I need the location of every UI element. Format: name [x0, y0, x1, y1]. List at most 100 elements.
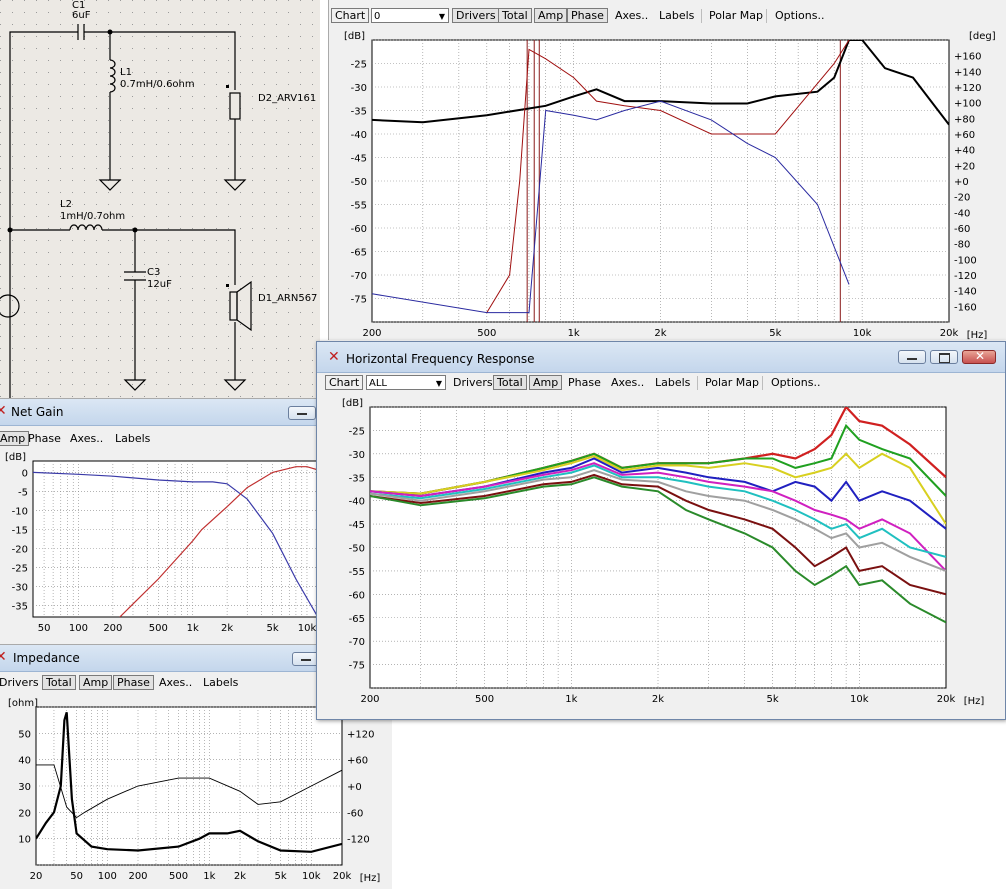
axes-button[interactable]: Axes.. — [67, 431, 106, 446]
x-tick-label: 200 — [360, 694, 379, 705]
schematic-panel: C1 6uF L1 0.7mH/0.6ohm D2_ARV161 L2 1mH/… — [0, 0, 320, 398]
y2-tick-label: +60 — [954, 130, 975, 141]
hfr-window: ✕ Horizontal Frequency Response ✕ Chart … — [316, 341, 1006, 720]
y-tick-label: -5 — [18, 487, 28, 498]
chart-select[interactable]: ALL ▼ — [366, 375, 446, 390]
labels-button[interactable]: Labels — [200, 675, 241, 690]
y2-tick-label: +120 — [954, 83, 981, 94]
y-tick-label: -40 — [351, 130, 367, 141]
y-tick-label: -35 — [12, 602, 28, 613]
toolbar-separator — [766, 9, 767, 23]
y2-tick-label: -120 — [954, 271, 977, 282]
y-tick-label: -25 — [349, 426, 365, 437]
chevron-down-icon: ▼ — [435, 379, 442, 388]
maximize-icon — [939, 353, 950, 363]
axes-button[interactable]: Axes.. — [612, 8, 651, 23]
y2-tick-label: +120 — [347, 729, 374, 740]
drivers-toggle[interactable]: Drivers — [0, 675, 42, 690]
x-tick-label: 200 — [103, 623, 122, 634]
axes-button[interactable]: Axes.. — [608, 375, 647, 390]
y2-tick-label: +60 — [347, 756, 368, 767]
y-tick-label: 10 — [18, 835, 31, 846]
x-tick-label: 10k — [850, 694, 869, 705]
y-tick-label: -30 — [349, 450, 365, 461]
hfr-titlebar: ✕ Horizontal Frequency Response ✕ — [317, 342, 1005, 373]
x-tick-label: 2k — [221, 623, 233, 634]
d1-label: D1_ARN567 — [258, 293, 317, 304]
drivers-toggle[interactable]: Drivers — [452, 8, 500, 23]
close-icon: ✕ — [975, 349, 986, 363]
y-tick-label: -40 — [349, 497, 365, 508]
y2-tick-label: +140 — [954, 67, 981, 78]
x-tick-label: 10k — [853, 328, 872, 339]
options-button[interactable]: Options.. — [772, 8, 827, 23]
y-tick-label: -15 — [12, 525, 28, 536]
y-tick-label: -25 — [351, 60, 367, 71]
net-gain-title: Net Gain — [11, 405, 64, 419]
y2-tick-label: -60 — [347, 808, 363, 819]
minimize-icon — [297, 413, 307, 415]
total-toggle[interactable]: Total — [498, 8, 532, 23]
y-tick-label: -75 — [349, 661, 365, 672]
axes-button[interactable]: Axes.. — [156, 675, 195, 690]
y-tick-label: -45 — [349, 520, 365, 531]
y-tick-label: -30 — [351, 83, 367, 94]
x-tick-label: 50 — [38, 623, 51, 634]
total-toggle[interactable]: Total — [493, 375, 527, 390]
amp-toggle[interactable]: Amp — [534, 8, 568, 23]
y-tick-label: 20 — [18, 808, 31, 819]
y-tick-label: -60 — [349, 590, 365, 601]
y-tick-label: -50 — [349, 544, 365, 555]
labels-button[interactable]: Labels — [656, 8, 697, 23]
toolbar-separator — [762, 376, 763, 390]
minimize-button[interactable] — [288, 406, 316, 420]
hfr-chart: -25 -30 -35 -40 -45 -50 -55 -60 -65 -70 -75 200 500 1… — [342, 398, 984, 707]
chart-button[interactable]: Chart — [325, 375, 364, 390]
y2-tick-label: -80 — [954, 240, 970, 251]
chart-select-value: 0 — [374, 11, 381, 22]
phase-toggle[interactable]: Phase — [567, 8, 608, 23]
minimize-icon — [907, 358, 917, 360]
amp-toggle[interactable]: Amp — [79, 675, 113, 690]
chart-select-value: ALL — [369, 378, 387, 389]
y-tick-label: -70 — [349, 637, 365, 648]
chart-select[interactable]: 0 ▼ — [371, 8, 449, 23]
labels-button[interactable]: Labels — [112, 431, 153, 446]
impedance-chart: 50 40 30 20 10 +120 +60 +0 -60 -120 20 50 100 200 500 1… — [8, 698, 380, 884]
y2-tick-label: -20 — [954, 193, 970, 204]
y-tick-label: -25 — [12, 564, 28, 575]
l1-value: 0.7mH/0.6ohm — [120, 79, 195, 90]
x-tick-label: 20 — [30, 871, 43, 882]
l2-value: 1mH/0.7ohm — [60, 211, 125, 222]
close-button[interactable]: ✕ — [962, 349, 996, 364]
x-tick-label: 200 — [362, 328, 381, 339]
options-button[interactable]: Options.. — [768, 375, 823, 390]
labels-button[interactable]: Labels — [652, 375, 693, 390]
phase-toggle[interactable]: Phase — [565, 375, 604, 390]
y-unit-label: [ohm] — [8, 698, 38, 709]
maximize-button[interactable] — [930, 350, 958, 364]
minimize-button[interactable] — [898, 350, 926, 364]
x-tick-label: 5k — [267, 623, 279, 634]
y-unit-label: [dB] — [342, 398, 363, 409]
net-gain-window: ✕ Net Gain Amp Phase Axes.. Labels 0 -5 -1… — [0, 398, 320, 645]
app-logo-icon: ✕ — [0, 649, 7, 665]
polar-map-button[interactable]: Polar Map — [706, 8, 766, 23]
net-gain-toolbar: Amp Phase Axes.. Labels — [0, 429, 320, 449]
plot-area — [32, 460, 320, 618]
y2-tick-label: -120 — [347, 835, 370, 846]
drivers-toggle[interactable]: Drivers — [450, 375, 496, 390]
net-gain-chart: 0 -5 -10 -15 -20 -25 -30 -35 50 100 200 500 1k 2k 5k 10… — [5, 452, 320, 634]
polar-map-button[interactable]: Polar Map — [702, 375, 762, 390]
y-tick-label: -20 — [12, 545, 28, 556]
phase-toggle[interactable]: Phase — [25, 431, 64, 446]
total-toggle[interactable]: Total — [42, 675, 76, 690]
chart-button[interactable]: Chart — [331, 8, 370, 23]
y-tick-label: 50 — [18, 729, 31, 740]
x-tick-label: 500 — [149, 623, 168, 634]
phase-toggle[interactable]: Phase — [113, 675, 154, 690]
chevron-down-icon: ▼ — [438, 12, 445, 21]
amp-toggle[interactable]: Amp — [529, 375, 563, 390]
y2-tick-label: +160 — [954, 52, 981, 63]
x-tick-label: 1k — [203, 871, 215, 882]
